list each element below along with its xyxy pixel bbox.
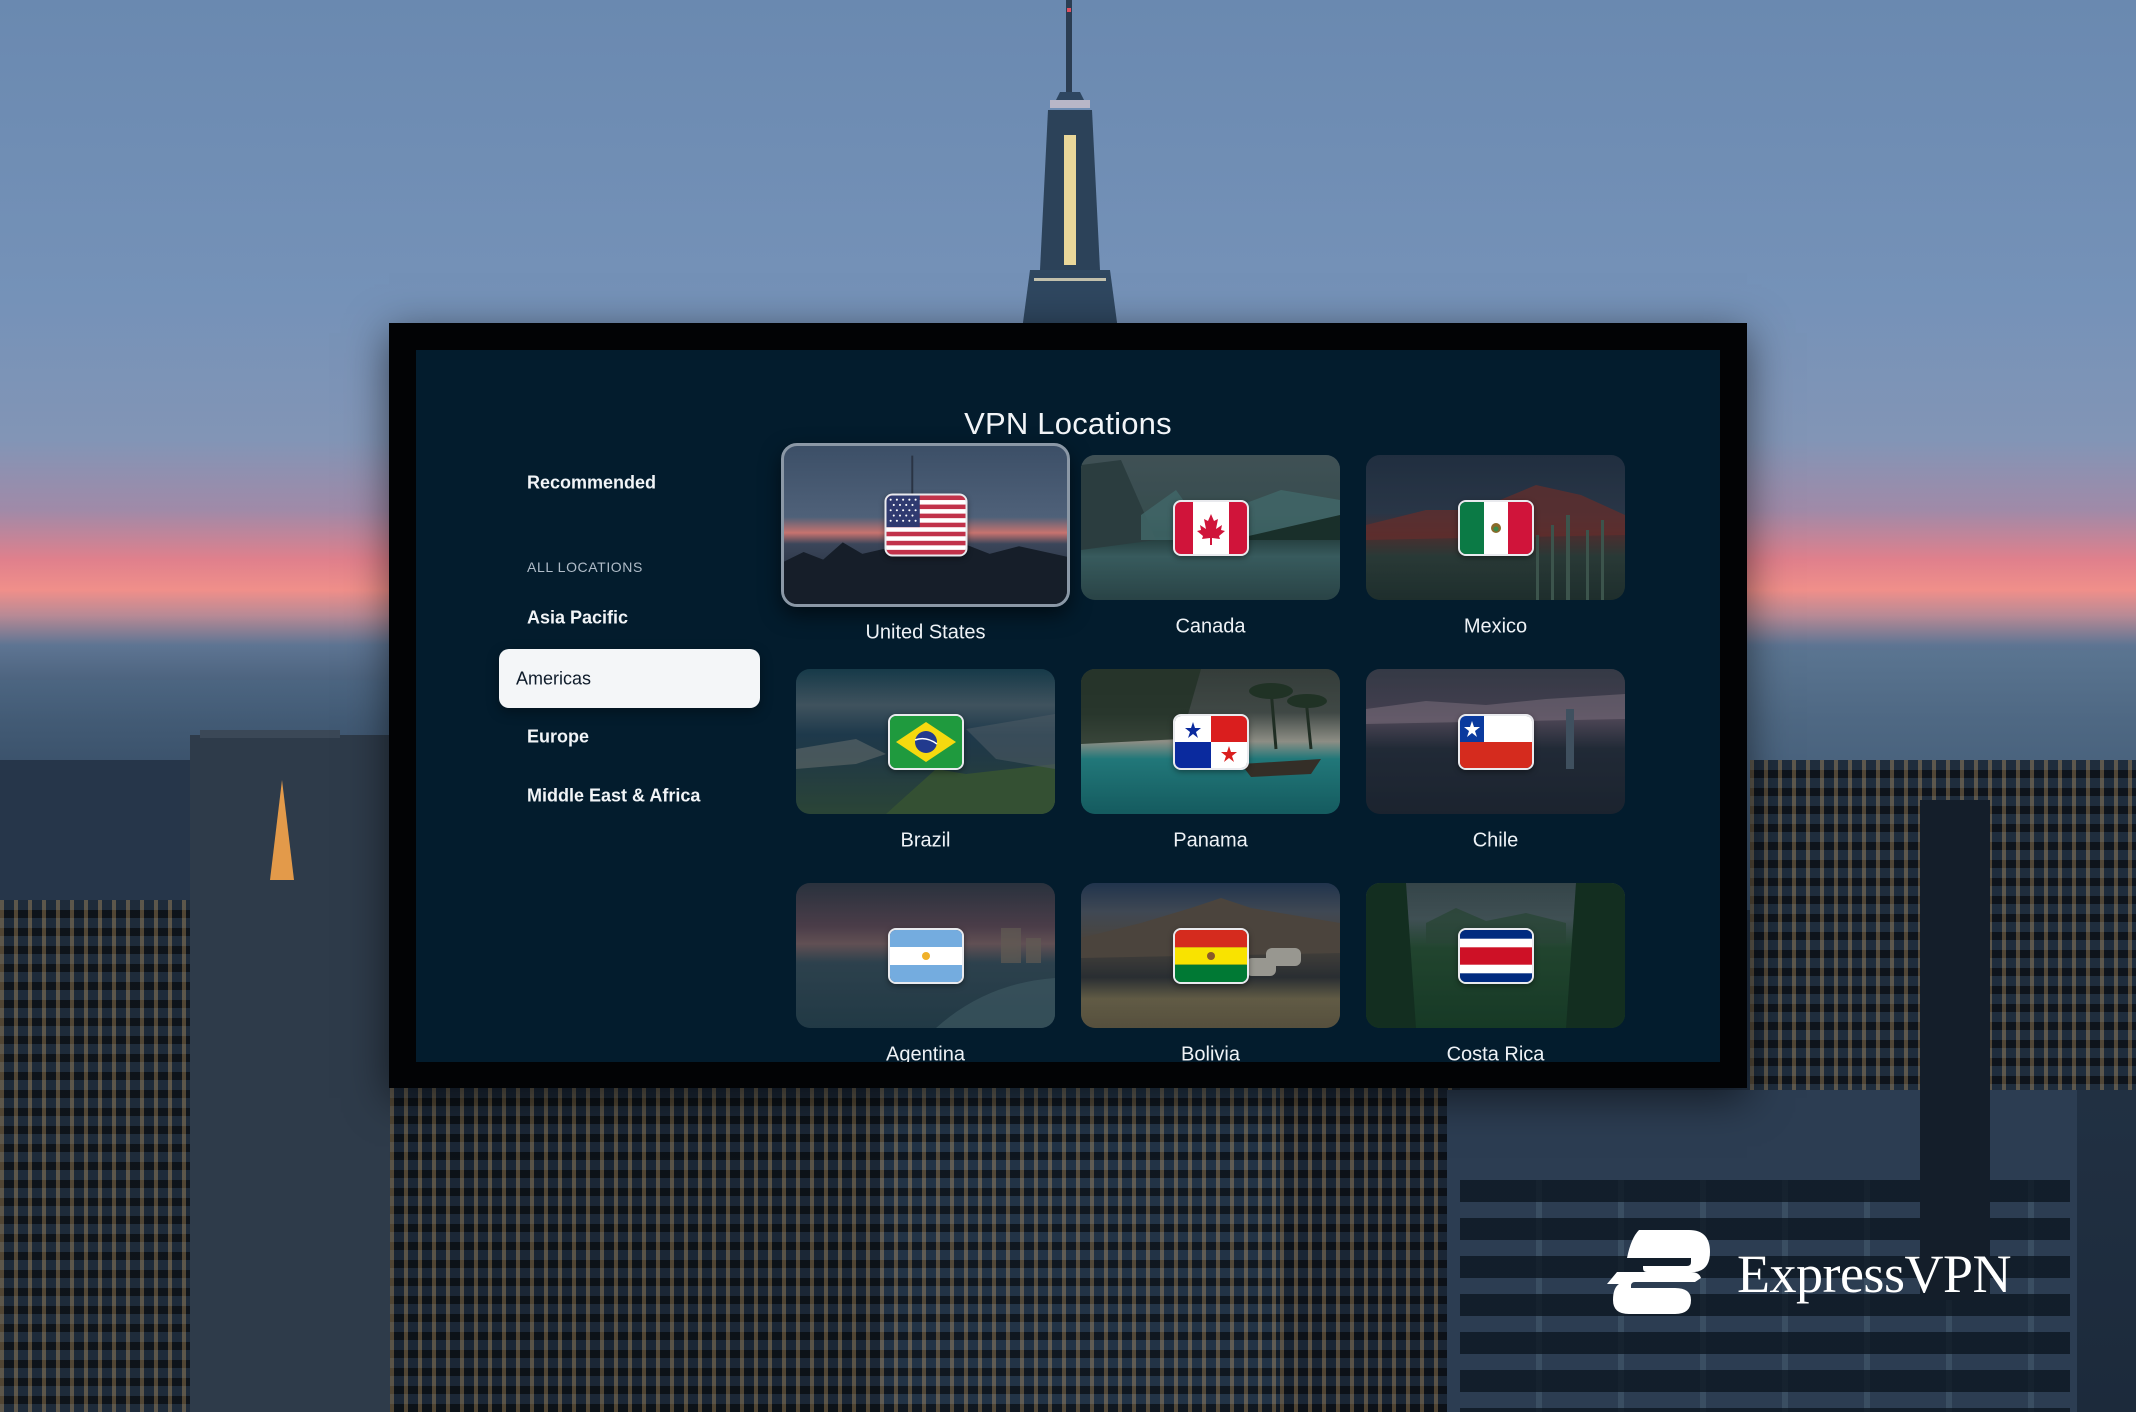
location-label: United States: [865, 621, 986, 644]
mexico-flag-icon: [1457, 499, 1534, 556]
location-card-panama[interactable]: [1081, 669, 1340, 814]
tv-screen: VPN Locations Recommended ALL LOCATIONS …: [416, 350, 1720, 1062]
sidebar-item-label: Americas: [516, 668, 592, 688]
location-card-bolivia[interactable]: [1081, 883, 1340, 1028]
location-card-brazil[interactable]: [796, 669, 1055, 814]
panama-flag-icon: [1172, 713, 1249, 770]
expressvpn-wordmark: ExpressVPN: [1737, 1244, 2012, 1304]
location-card-canada[interactable]: [1081, 455, 1340, 600]
location-card-united-states[interactable]: [781, 443, 1070, 607]
bolivia-flag-icon: [1172, 927, 1249, 984]
location-card-mexico[interactable]: [1366, 455, 1625, 600]
canada-flag-icon: [1172, 499, 1249, 556]
location-label: Mexico: [1463, 615, 1528, 638]
location-card-chile[interactable]: [1366, 669, 1625, 814]
location-label: Panama: [1173, 829, 1248, 852]
costa-rica-flag-icon: [1457, 927, 1534, 984]
us-flag-icon: [884, 493, 967, 557]
chile-flag-icon: [1457, 713, 1534, 770]
brazil-flag-icon: [887, 713, 964, 770]
location-label: Canada: [1175, 615, 1246, 638]
empire-state-spire: [1022, 0, 1118, 330]
sidebar-item-asia-pacific[interactable]: Asia Pacific: [527, 608, 628, 629]
location-label: Costa Rica: [1446, 1043, 1545, 1063]
location-label: Agentina: [886, 1043, 965, 1063]
location-label: Bolivia: [1181, 1043, 1240, 1063]
sidebar-item-europe[interactable]: Europe: [527, 727, 589, 748]
sidebar-item-recommended[interactable]: Recommended: [527, 473, 656, 494]
tv-frame: VPN Locations Recommended ALL LOCATIONS …: [389, 323, 1747, 1088]
location-card-argentina[interactable]: [796, 883, 1055, 1028]
location-label: Chile: [1472, 829, 1519, 852]
sidebar-item-middle-east-africa[interactable]: Middle East & Africa: [527, 786, 700, 807]
expressvpn-logo-icon: [1607, 1230, 1710, 1314]
location-label: Brazil: [900, 829, 951, 852]
sidebar-item-americas[interactable]: Americas: [499, 649, 760, 708]
page-title: VPN Locations: [964, 406, 1172, 441]
argentina-flag-icon: [887, 927, 964, 984]
location-card-costa-rica[interactable]: [1366, 883, 1625, 1028]
sidebar-section-heading: ALL LOCATIONS: [527, 559, 643, 575]
